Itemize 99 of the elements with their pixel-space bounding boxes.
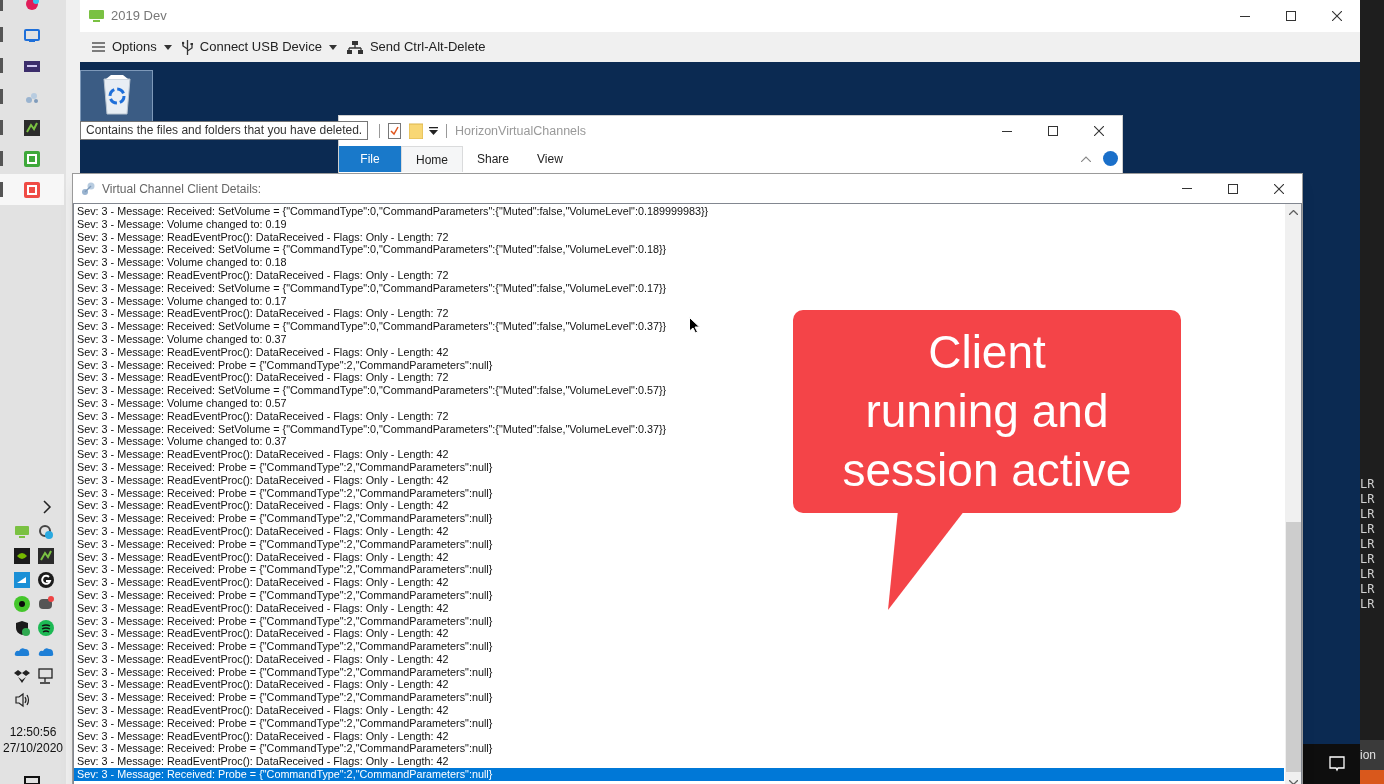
log-line[interactable]: Sev: 3 - Message: ReadEventProc(): DataReceived - Flags: Only - Length: 42 [74, 627, 1284, 641]
console-line: LR [1360, 552, 1375, 567]
console-line: LR [1360, 522, 1375, 537]
log-line[interactable]: Sev: 3 - Message: Received: Probe = {"CommandType":2,"CommandParameters":null} [74, 537, 1284, 551]
close-icon [1332, 11, 1342, 21]
log-line[interactable]: Sev: 3 - Message: ReadEventProc(): DataReceived - Flags: Only - Length: 42 [74, 755, 1284, 769]
log-line[interactable]: Sev: 3 - Message: Volume changed to: 0.19 [74, 217, 1284, 231]
connector-icon [81, 181, 96, 196]
circle-app-icon[interactable] [14, 596, 30, 612]
log-line[interactable]: Sev: 3 - Message: Received: Probe = {"CommandType":2,"CommandParameters":null} [74, 614, 1284, 628]
log-line[interactable]: Sev: 3 - Message: Received: Probe = {"CommandType":2,"CommandParameters":null} [74, 512, 1284, 525]
gear-icon[interactable] [38, 524, 54, 540]
square-app-icon[interactable] [14, 572, 30, 588]
log-line[interactable]: Sev: 3 - Message: ReadEventProc(): DataReceived - Flags: Only - Length: 42 [74, 601, 1284, 615]
maximize-icon [1228, 183, 1238, 194]
callout-text: running and [865, 384, 1109, 439]
log-line[interactable]: Sev: 3 - Message: ReadEventProc(): DataReceived - Flags: Only - Length: 42 [74, 652, 1284, 666]
close-icon [1274, 183, 1284, 194]
log-line[interactable]: Sev: 3 - Message: ReadEventProc(): DataReceived - Flags: Only - Length: 42 [74, 550, 1284, 564]
maximize-icon [1286, 11, 1296, 21]
accent-bar [1360, 770, 1384, 784]
log-line[interactable]: Sev: 3 - Message: ReadEventProc(): DataReceived - Flags: Only - Length: 42 [74, 704, 1284, 717]
clock[interactable]: 12:50:56 27/10/2020 [0, 724, 66, 756]
network-icon[interactable] [38, 668, 54, 684]
log-line[interactable]: Sev: 3 - Message: ReadEventProc(): DataReceived - Flags: Only - Length: 42 [74, 576, 1284, 589]
console-line: LR [1360, 492, 1375, 507]
monitor-icon [88, 8, 105, 24]
clock-time: 12:50:56 [9, 724, 57, 740]
console-line: LR [1360, 477, 1375, 492]
menu-icon [92, 41, 105, 53]
tooltip: Contains the files and folders that you have deleted. [80, 121, 369, 140]
shield-icon[interactable] [14, 620, 30, 636]
taskbar-app-button[interactable] [0, 174, 64, 205]
usb-icon [181, 39, 193, 55]
log-line[interactable]: Sev: 3 - Message: Received: Probe = {"CommandType":2,"CommandParameters":null} [74, 640, 1284, 653]
log-line[interactable]: Sev: 3 - Message: ReadEventProc(): DataReceived - Flags: Only - Length: 72 [74, 269, 1284, 282]
log-line[interactable]: Sev: 3 - Message: Received: SetVolume = {"CommandType":0,"CommandParameters":{"Muted":false,"VolumeLevel":0.18}} [74, 243, 1284, 257]
help-icon[interactable] [1103, 151, 1118, 166]
checklist-icon[interactable] [388, 123, 401, 139]
minimize-icon [1002, 130, 1012, 132]
window-title: HorizonVirtualChannels [455, 122, 587, 140]
log-line[interactable]: Sev: 3 - Message: ReadEventProc(): DataReceived - Flags: Only - Length: 42 [74, 729, 1284, 743]
status-text: ion [1360, 747, 1376, 764]
recycle-bin-icon[interactable] [80, 70, 153, 122]
notification-icon[interactable] [24, 776, 40, 784]
log-line[interactable]: Sev: 3 - Message: Received: SetVolume = {"CommandType":0,"CommandParameters":{"Muted":false,"VolumeLevel":0.189999983}} [74, 205, 1284, 218]
log-line[interactable]: Sev: 3 - Message: Received: Probe = {"CommandType":2,"CommandParameters":null} [74, 563, 1284, 577]
log-line[interactable]: Sev: 3 - Message: ReadEventProc(): DataReceived - Flags: Only - Length: 72 [74, 230, 1284, 244]
log-line[interactable]: Sev: 3 - Message: Volume changed to: 0.18 [74, 256, 1284, 269]
caret-icon[interactable] [429, 127, 438, 135]
scrollbar[interactable] [1285, 204, 1301, 784]
chevron-icon[interactable] [42, 500, 52, 514]
clock-date: 27/10/2020 [2, 740, 64, 756]
log-line[interactable]: Sev: 3 - Message: Received: Probe = {"CommandType":2,"CommandParameters":null} [74, 716, 1284, 730]
minimize-icon [1240, 15, 1250, 17]
log-line[interactable]: Sev: 3 - Message: Received: SetVolume = {"CommandType":0,"CommandParameters":{"Muted":false,"VolumeLevel":0.17}} [74, 281, 1284, 295]
app-icon [24, 150, 40, 167]
log-line[interactable]: Sev: 3 - Message: ReadEventProc(): DataReceived - Flags: Only - Length: 42 [74, 499, 1284, 513]
log-line[interactable]: Sev: 3 - Message: Received: Probe = {"CommandType":2,"CommandParameters":null} [74, 742, 1284, 756]
ribbon-tab[interactable]: Home [401, 146, 463, 172]
toolbar-button[interactable]: Send Ctrl-Alt-Delete [346, 35, 486, 59]
ribbon-tab[interactable]: View [523, 146, 577, 172]
console-line: LR [1360, 597, 1375, 612]
log-line[interactable]: Sev: 3 - Message: ReadEventProc(): DataReceived - Flags: Only - Length: 42 [74, 678, 1284, 692]
log-line[interactable]: Sev: 3 - Message: ReadEventProc(): DataReceived - Flags: Only - Length: 72 [74, 307, 1284, 321]
window-title: Virtual Channel Client Details: [102, 180, 262, 198]
caret-up-icon[interactable] [1081, 156, 1091, 162]
speaker-icon[interactable] [14, 692, 31, 708]
log-line[interactable]: Sev: 3 - Message: Volume changed to: 0.17 [74, 294, 1284, 308]
log-line[interactable]: Sev: 3 - Message: Received: Probe = {"CommandType":2,"CommandParameters":null} [74, 588, 1284, 602]
toolbar-button[interactable]: Connect USB Device [181, 35, 337, 59]
close-icon [1094, 126, 1104, 136]
square-app-icon[interactable] [38, 548, 54, 564]
box-icon[interactable] [14, 668, 30, 684]
square-app-icon[interactable] [14, 548, 30, 564]
circle-app-icon[interactable] [38, 620, 54, 636]
app-icon [24, 119, 40, 136]
circle-app-icon[interactable] [38, 572, 54, 588]
app-icon [24, 181, 40, 198]
ribbon-tab[interactable]: Share [463, 146, 524, 172]
app-icon [24, 26, 40, 43]
toolbar-button[interactable]: Options [92, 35, 172, 59]
console-line: LR [1360, 507, 1375, 522]
console-line: LR [1360, 567, 1375, 582]
ribbon-tab[interactable]: File [339, 146, 401, 172]
console-line: LR [1360, 537, 1375, 552]
log-line[interactable]: Sev: 3 - Message: Received: Probe = {"CommandType":2,"CommandParameters":null} [74, 691, 1284, 705]
log-line[interactable]: Sev: 3 - Message: ReadEventProc(): DataReceived - Flags: Only - Length: 42 [74, 524, 1284, 538]
console-line: LR [1360, 582, 1375, 597]
app-icon [24, 0, 40, 12]
log-line[interactable]: Sev: 3 - Message: Received: Probe = {"CommandType":2,"CommandParameters":null} [74, 665, 1284, 679]
caret-up-icon[interactable] [1289, 210, 1298, 215]
cursor-icon [689, 317, 700, 334]
caret-down-icon[interactable] [1289, 780, 1298, 784]
maximize-icon [1048, 126, 1058, 136]
window-title: 2019 Dev [111, 7, 167, 26]
chat-icon[interactable] [38, 596, 54, 612]
network-icon [346, 40, 363, 54]
minimize-icon [1182, 188, 1192, 189]
